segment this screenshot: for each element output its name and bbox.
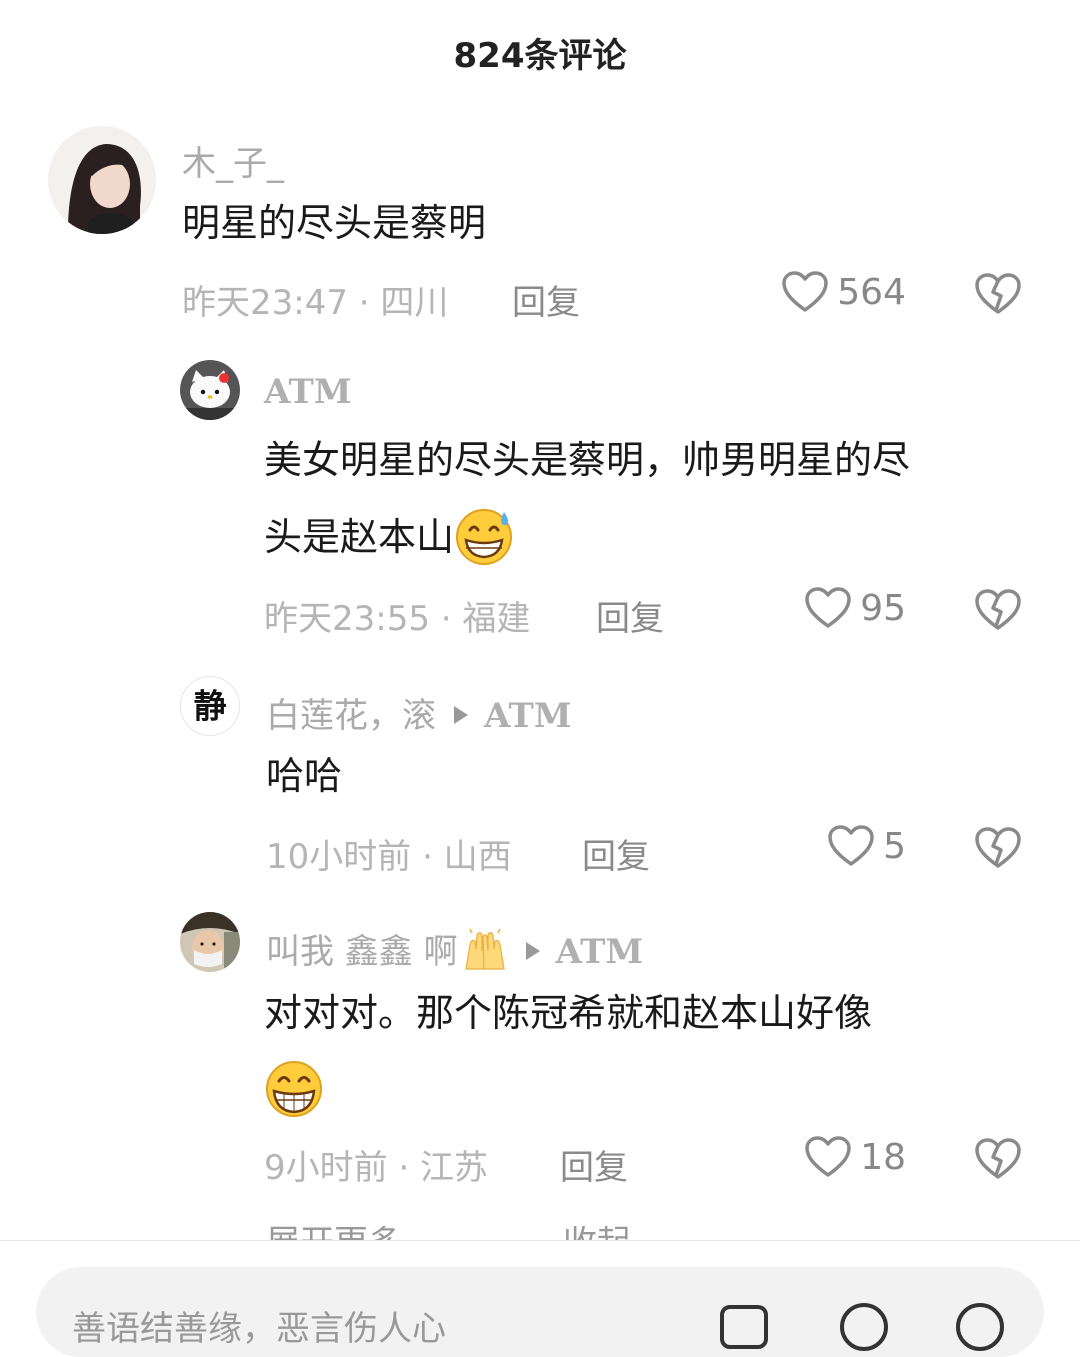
like-button[interactable]: 18 — [804, 1135, 906, 1179]
comment-text: 美女明星的尽头是蔡明，帅男明星的尽 头是赵本山 — [264, 422, 910, 576]
heart-icon — [782, 271, 829, 312]
user-avatar-image — [180, 912, 240, 972]
broken-heart-icon — [975, 1138, 1021, 1179]
collapse-label[interactable]: 收起 — [563, 1226, 631, 1240]
expand-more-label[interactable]: 展开更多 — [266, 1226, 402, 1240]
broken-heart-icon — [975, 273, 1021, 314]
dislike-button[interactable] — [974, 826, 1022, 870]
reply-target-username[interactable]: ATM — [484, 696, 571, 736]
time-location: 10小时前 · 山西 — [266, 837, 512, 877]
image-icon[interactable] — [716, 1299, 772, 1355]
username[interactable]: 白莲花，滚 ATM — [266, 688, 571, 737]
heart-icon — [805, 1136, 851, 1177]
broken-heart-icon — [975, 827, 1021, 868]
comment-count-title: 824条评论 — [453, 36, 627, 76]
comment-text: 明星的尽头是蔡明 — [182, 201, 487, 245]
grin-sweat-emoji-icon — [456, 508, 513, 565]
avatar[interactable] — [180, 360, 240, 420]
like-count: 5 — [883, 825, 906, 867]
reply-button[interactable]: 回复 — [582, 829, 650, 878]
like-button[interactable]: 564 — [781, 270, 906, 314]
reply-button[interactable]: 回复 — [560, 1140, 628, 1189]
heart-icon — [805, 587, 851, 628]
reply-button[interactable]: 回复 — [596, 591, 664, 640]
svg-text:静: 静 — [194, 687, 227, 726]
comment-input-placeholder: 善语结善缘，恶言伤人心 — [72, 1309, 446, 1349]
broken-heart-icon — [975, 589, 1021, 630]
calligraphy-avatar-image: 静 — [181, 677, 239, 735]
dislike-button[interactable] — [974, 588, 1022, 632]
comment-text-line: 对对对。那个陈冠希就和赵本山好像 — [264, 991, 873, 1035]
grin-emoji-icon — [266, 1060, 322, 1117]
comment-text-line: 美女明星的尽头是蔡明，帅男明星的尽 — [264, 438, 911, 482]
comment-input-bar: 善语结善缘，恶言伤人心 — [0, 1240, 1080, 1357]
time-location: 9小时前 · 江苏 — [264, 1148, 489, 1188]
comment-input[interactable]: 善语结善缘，恶言伤人心 — [36, 1267, 1044, 1357]
like-button[interactable]: 95 — [804, 586, 906, 630]
comment-text: 对对对。那个陈冠希就和赵本山好像 — [264, 975, 872, 1129]
raised-hands-emoji-icon — [464, 928, 505, 970]
like-count: 95 — [860, 587, 906, 629]
comment-text-line — [264, 1052, 872, 1129]
username[interactable]: 叫我 鑫鑫 啊 ATM — [266, 924, 643, 977]
dislike-button[interactable] — [974, 272, 1022, 316]
reply-arrow-icon — [525, 941, 540, 960]
time-location: 昨天23:55 · 福建 — [264, 599, 531, 639]
username-text: 叫我 鑫鑫 啊 — [266, 932, 458, 972]
mention-icon[interactable] — [836, 1299, 892, 1355]
avatar[interactable] — [48, 126, 156, 234]
heart-icon — [828, 825, 874, 866]
reply-button[interactable]: 回复 — [512, 275, 580, 324]
emoji-icon[interactable] — [952, 1299, 1008, 1355]
like-count: 564 — [837, 271, 906, 313]
time-location: 昨天23:47 · 四川 — [182, 283, 449, 323]
username[interactable]: ATM — [264, 372, 351, 412]
expand-more-replies[interactable]: 展开更多 收起 — [266, 1226, 631, 1240]
comment-text-line: 头是赵本山 — [264, 499, 910, 576]
username[interactable]: 木_子_ — [182, 136, 284, 185]
dislike-button[interactable] — [974, 1137, 1022, 1181]
hello-kitty-avatar-image — [180, 360, 240, 420]
user-avatar-image — [48, 126, 156, 234]
username-text: ATM — [264, 372, 352, 412]
username-text: 白莲花，滚 — [266, 696, 436, 736]
reply-target-username[interactable]: ATM — [556, 932, 643, 972]
avatar[interactable]: 静 — [180, 676, 240, 736]
reply-arrow-icon — [454, 705, 468, 724]
comment-text: 哈哈 — [266, 754, 343, 798]
like-count: 18 — [860, 1136, 906, 1178]
avatar[interactable] — [180, 912, 240, 972]
like-button[interactable]: 5 — [827, 824, 906, 868]
comment-text-fragment: 头是赵本山 — [264, 515, 455, 559]
